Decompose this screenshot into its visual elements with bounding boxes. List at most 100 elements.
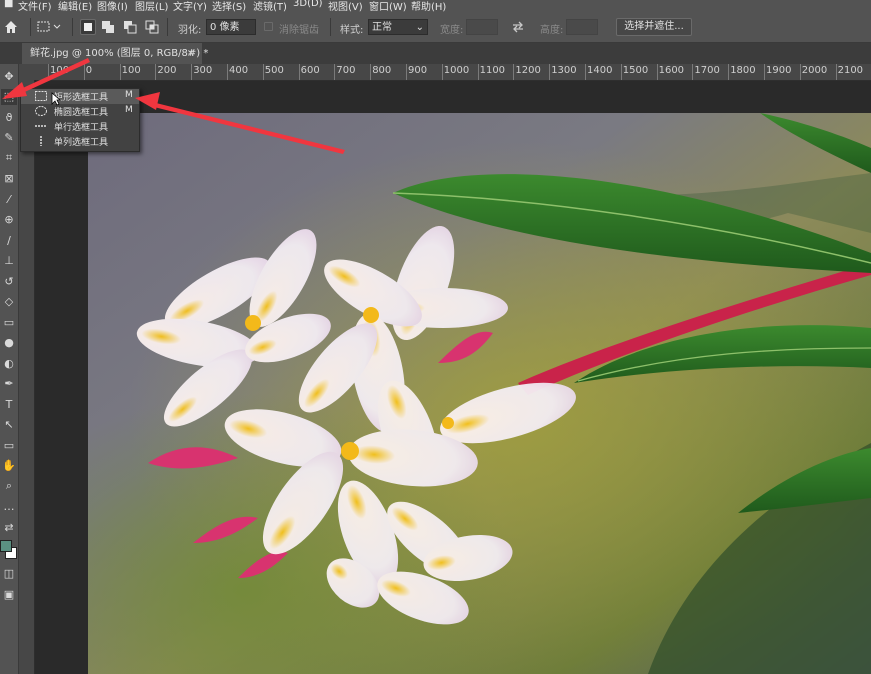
lasso-tool-icon[interactable]: ϑ xyxy=(1,109,17,125)
add-to-selection-icon[interactable] xyxy=(100,19,116,35)
mouse-cursor-icon xyxy=(51,92,61,106)
divider xyxy=(330,18,331,36)
divider xyxy=(167,18,168,36)
ruler-tick-mark xyxy=(155,64,157,80)
chevron-down-icon: ⌄ xyxy=(415,22,424,33)
flyout-item-label: 椭圆选框工具 xyxy=(54,108,109,118)
ruler-tick-label: 900 xyxy=(408,65,428,76)
ruler-tick-mark xyxy=(585,64,586,80)
rectangle-tool-icon[interactable]: ▭ xyxy=(1,437,17,453)
menu-type[interactable]: 文字(Y) xyxy=(173,0,207,12)
close-icon[interactable]: × xyxy=(187,43,195,64)
move-tool-icon[interactable]: ✥ xyxy=(1,68,17,84)
ruler-tick-mark xyxy=(370,64,372,80)
clone-stamp-icon[interactable]: ⊥ xyxy=(1,253,17,269)
ruler-tick-label: 1700 xyxy=(694,65,720,76)
flower-photo[interactable] xyxy=(88,113,871,674)
swap-dimensions-icon[interactable] xyxy=(510,19,526,35)
intersect-selection-icon[interactable] xyxy=(144,19,160,35)
style-select-value: 正常 xyxy=(372,22,392,33)
menu-layer[interactable]: 图层(L) xyxy=(135,0,168,12)
flyout-item-single-row-marquee[interactable]: 单行选框工具 xyxy=(21,119,139,134)
frame-tool-icon[interactable]: ⊠ xyxy=(1,171,17,187)
menu-3d[interactable]: 3D(D) xyxy=(293,0,323,9)
app-logo-icon[interactable]: ■ xyxy=(4,0,13,9)
gradient-tool-icon[interactable]: ▭ xyxy=(1,314,17,330)
brush-tool-icon[interactable]: ∕ xyxy=(1,232,17,248)
swap-colors-icon[interactable]: ⇄ xyxy=(1,519,17,535)
healing-brush-icon[interactable]: ⊕ xyxy=(1,212,17,228)
ruler-tick-mark xyxy=(441,64,443,80)
divider xyxy=(30,18,31,36)
ruler-tick-label: 500 xyxy=(264,65,284,76)
menu-view[interactable]: 视图(V) xyxy=(328,0,363,12)
menu-window[interactable]: 窗口(W) xyxy=(369,0,407,12)
hand-tool-icon[interactable]: ✋ xyxy=(1,458,17,474)
antialias-checkbox[interactable] xyxy=(264,22,273,31)
style-select[interactable]: 正常 ⌄ xyxy=(368,19,428,35)
menu-filter[interactable]: 滤镜(T) xyxy=(253,0,287,12)
history-brush-icon[interactable]: ↺ xyxy=(1,273,17,289)
more-tools-icon[interactable]: … xyxy=(1,499,17,515)
crop-tool-icon[interactable]: ⌗ xyxy=(1,150,17,166)
ruler-tick-label: 1600 xyxy=(658,65,685,76)
ruler-tick-label: 2100 xyxy=(837,65,864,76)
marquee-tool-icon[interactable]: ⬚ xyxy=(1,88,17,105)
quick-select-icon[interactable]: ✎ xyxy=(1,130,17,146)
color-swatches-icon[interactable] xyxy=(0,539,17,562)
zoom-tool-icon[interactable]: ⌕ xyxy=(1,478,17,494)
subtract-from-selection-icon[interactable] xyxy=(122,19,138,35)
feather-input[interactable]: 0 像素 xyxy=(206,19,256,35)
feather-label: 羽化: xyxy=(178,25,202,36)
dodge-tool-icon[interactable]: ◐ xyxy=(1,355,17,371)
menu-help[interactable]: 帮助(H) xyxy=(411,0,446,12)
ruler-origin[interactable] xyxy=(18,64,36,80)
menu-file[interactable]: 文件(F) xyxy=(18,0,52,12)
ruler-tick-label: 0 xyxy=(85,65,93,76)
menu-image[interactable]: 图像(I) xyxy=(97,0,128,12)
ruler-tick-label: 300 xyxy=(193,65,213,76)
menu-edit[interactable]: 编辑(E) xyxy=(58,0,92,12)
eraser-icon[interactable]: ◇ xyxy=(1,294,17,310)
ruler-tick-mark xyxy=(692,64,694,80)
home-icon[interactable] xyxy=(2,18,20,36)
ruler-tick-mark xyxy=(227,64,228,80)
tool-preset-picker[interactable] xyxy=(36,19,62,35)
foreground-color-swatch[interactable] xyxy=(0,539,12,552)
flyout-item-label: 单行选框工具 xyxy=(54,123,109,133)
path-select-icon[interactable]: ↖ xyxy=(1,417,17,433)
type-tool-icon[interactable]: T xyxy=(1,396,17,412)
ruler-tick-label: 800 xyxy=(372,65,392,76)
ruler-tick-mark xyxy=(835,64,837,80)
menu-select[interactable]: 选择(S) xyxy=(212,0,246,12)
ruler-tick-mark xyxy=(656,64,658,80)
new-selection-icon[interactable] xyxy=(80,19,96,35)
eyedropper-icon[interactable]: ⁄ xyxy=(1,191,17,207)
ruler-tick-label: 600 xyxy=(300,65,320,76)
width-label: 宽度: xyxy=(440,25,464,36)
screen-mode-icon[interactable]: ▣ xyxy=(1,586,17,602)
pen-tool-icon[interactable]: ✒ xyxy=(1,376,17,392)
width-input[interactable] xyxy=(466,19,498,35)
flyout-item-elliptical-marquee[interactable]: 椭圆选框工具 M xyxy=(21,104,139,119)
flyout-item-single-column-marquee[interactable]: 单列选框工具 xyxy=(21,134,139,149)
height-input[interactable] xyxy=(566,19,598,35)
ruler-tick-mark xyxy=(799,64,801,80)
ruler-tick-mark xyxy=(620,64,622,80)
ruler-tick-label: 700 xyxy=(336,65,356,76)
ruler-tick-label: 1100 xyxy=(479,65,506,76)
ruler-tick-label: 1200 xyxy=(515,65,541,76)
ruler-tick-label: 100 xyxy=(121,65,141,76)
ruler-tick-mark xyxy=(477,64,479,80)
elliptical-marquee-icon xyxy=(35,106,47,116)
flyout-item-label: 矩形选框工具 xyxy=(54,93,109,103)
flyout-item-label: 单列选框工具 xyxy=(54,138,109,148)
flyout-item-rectangular-marquee[interactable]: 矩形选框工具 M xyxy=(21,89,139,104)
quick-mask-icon[interactable]: ◫ xyxy=(1,566,17,582)
blur-tool-icon[interactable]: ● xyxy=(1,335,17,351)
select-and-mask-button[interactable]: 选择并遮住... xyxy=(616,18,692,36)
document-tab[interactable]: 鲜花.jpg @ 100% (图层 0, RGB/8#) * × xyxy=(22,43,208,64)
ruler-tick-mark xyxy=(549,64,551,80)
ruler-tick-mark xyxy=(406,64,407,80)
style-label: 样式: xyxy=(340,25,364,36)
